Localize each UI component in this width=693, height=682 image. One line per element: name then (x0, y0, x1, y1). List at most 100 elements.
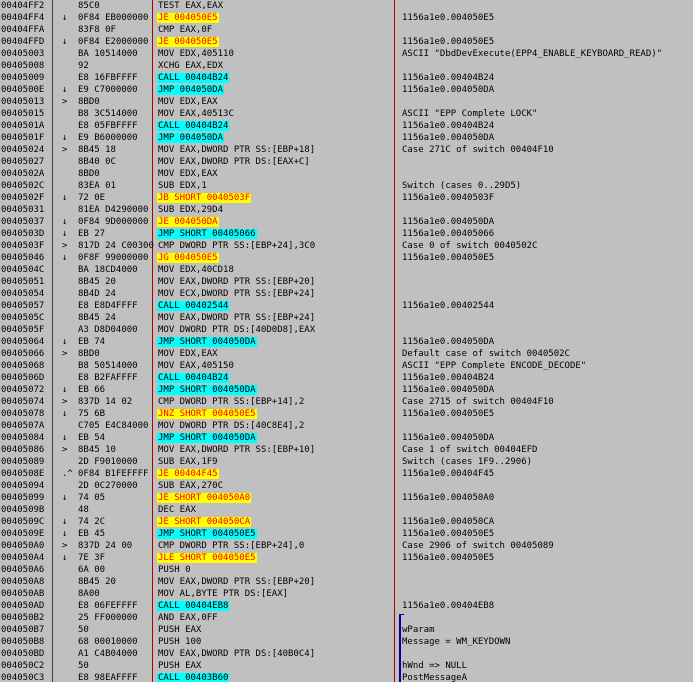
disasm-row[interactable]: 0040502A 8BD0 MOV EDX,EAX (0, 168, 693, 180)
jump-marker: ↓ (62, 229, 68, 239)
row-hex-bytes: 85C0 (78, 1, 100, 11)
row-instruction: MOV ECX,DWORD PTR SS:[EBP+24] (157, 288, 391, 300)
disasm-row[interactable]: 0040509B 48 DEC EAX (0, 504, 693, 516)
disasm-row[interactable]: 004050B8 68 00010000 PUSH 100 Message = WM_… (0, 636, 693, 648)
disasm-row[interactable]: 00405078 ↓ 75 6B JNZ SHORT 004050E5 1156a1e0… (0, 408, 693, 420)
instruction-text: CMP DWORD PTR SS:[EBP+14],2 (158, 397, 305, 407)
disasm-row[interactable]: 00405064 ↓ EB 74 JMP SHORT 004050DA 1156a1e0… (0, 336, 693, 348)
disasm-row[interactable]: 0040506D E8 B2FAFFFF CALL 00404B24 1156a1e0… (0, 372, 693, 384)
disasm-row[interactable]: 004050AB 8A00 MOV AL,BYTE PTR DS:[EAX] (0, 588, 693, 600)
instruction-text: DEC EAX (158, 505, 196, 515)
disasm-row[interactable]: 0040502F ↓ 72 0E JB SHORT 0040503F 1156a1e0.… (0, 192, 693, 204)
disasm-row[interactable]: 00405031 81EA D4290000 SUB EDX,29D4 (0, 204, 693, 216)
disasm-row[interactable]: 0040509C ↓ 74 2C JE SHORT 004050CA 1156a1e0.… (0, 516, 693, 528)
jump-marker (62, 660, 74, 672)
row-address: 004050A4 (1, 553, 45, 563)
row-instruction: CMP DWORD PTR SS:[EBP+24],3C0 (157, 240, 391, 252)
disasm-row[interactable]: 00404FF4 ↓ 0F84 EB000000 JE 004050E5 1156a1e… (0, 12, 693, 24)
row-address: 00405037 (1, 217, 45, 227)
row-hex-bytes: 8B4D 24 (78, 289, 116, 299)
row-comment (402, 60, 693, 72)
instruction-text: SUB EDX,1 (158, 181, 207, 191)
disasm-row[interactable]: 0040505F A3 D8D04000 MOV DWORD PTR DS:[40D… (0, 324, 693, 336)
disasm-row[interactable]: 0040504C BA 18CD4000 MOV EDX,40CD18 (0, 264, 693, 276)
disasm-row[interactable]: 00405072 ↓ EB 66 JMP SHORT 004050DA 1156a1e0… (0, 384, 693, 396)
disasm-row[interactable]: 00405099 ↓ 74 05 JE SHORT 004050A0 1156a1e0.… (0, 492, 693, 504)
disasm-row[interactable]: 0040507A C705 E4C84000 MOV DWORD PTR DS:[4… (0, 420, 693, 432)
disasm-row[interactable]: 00405057 E8 E8D4FFFF CALL 00402544 1156a1e0… (0, 300, 693, 312)
disasm-row[interactable]: 00405027 8B40 0C MOV EAX,DWORD PTR DS:[EAX… (0, 156, 693, 168)
jump-marker (62, 204, 74, 216)
disasm-row[interactable]: 004050B2 25 FF000000 AND EAX,0FF (0, 612, 693, 624)
disasm-row[interactable]: 004050C2 50 PUSH EAX hWnd => NULL (0, 660, 693, 672)
disasm-row[interactable]: 00405037 ↓ 0F84 9D000000 JE 004050DA 1156a1e… (0, 216, 693, 228)
row-instruction: MOV EAX,DWORD PTR SS:[EBP+20] (157, 276, 391, 288)
disasm-row[interactable]: 004050AD E8 06FEFFFF CALL 00404EB8 1156a1e0… (0, 600, 693, 612)
disasm-row[interactable]: 00405015 B8 3C514000 MOV EAX,40513C ASCII "… (0, 108, 693, 120)
disasm-row[interactable]: 0040502C 83EA 01 SUB EDX,1 Switch (cases 0.… (0, 180, 693, 192)
disasm-row[interactable]: 00405003 BA 10514000 MOV EDX,405110 ASCII "… (0, 48, 693, 60)
jump-marker: > (62, 397, 68, 407)
disasm-row[interactable]: 004050C3 E8 98EAFFFF CALL 00403B60 PostMess… (0, 672, 693, 682)
disasm-row[interactable]: 00405074 >837D 14 02 CMP DWORD PTR SS:[EBP… (0, 396, 693, 408)
disasm-row[interactable]: 0040500E ↓ E9 C7000000 JMP 004050DA 1156a1e0… (0, 84, 693, 96)
disasm-row[interactable]: 00405066 >8BD0 MOV EDX,EAX Default case of … (0, 348, 693, 360)
disasm-row[interactable]: 0040503D ↓ EB 27 JMP SHORT 00405066 1156a1e0… (0, 228, 693, 240)
jump-marker (62, 636, 74, 648)
row-hex-bytes: 7E 3F (78, 553, 106, 563)
disasm-row[interactable]: 004050A4 ↓ 7E 3F JLE SHORT 004050E5 1156a1e0… (0, 552, 693, 564)
disasm-row[interactable]: 00404FFD ↓ 0F84 E2000000 JE 004050E5 1156a1e… (0, 36, 693, 48)
row-hex-bytes: E8 16FBFFFF (78, 73, 138, 83)
row-instruction: CALL 00402544 (157, 300, 391, 312)
disasm-row[interactable]: 00405008 92 XCHG EAX,EDX (0, 60, 693, 72)
disassembly-pane[interactable]: 00404FF2 85C0 TEST EAX,EAX 00404FF4 ↓ 0F84 EB… (0, 0, 693, 682)
disasm-row[interactable]: 00404FFA 83F8 0F CMP EAX,0F (0, 24, 693, 36)
row-instruction: JMP SHORT 004050DA (157, 336, 391, 348)
disasm-row[interactable]: 00404FF2 85C0 TEST EAX,EAX (0, 0, 693, 12)
disasm-row[interactable]: 0040501A E8 05FBFFFF CALL 00404B24 1156a1e0… (0, 120, 693, 132)
row-hex-bytes: B8 3C514000 (78, 109, 138, 119)
disasm-row[interactable]: 00405089 2D F9010000 SUB EAX,1F9 Switch (ca… (0, 456, 693, 468)
row-address: 00404FF2 (1, 1, 45, 11)
jump-marker (62, 672, 74, 682)
disasm-row[interactable]: 00405068 B8 50514000 MOV EAX,405150 ASCII "… (0, 360, 693, 372)
disasm-row[interactable]: 004050B7 50 PUSH EAX wParam (0, 624, 693, 636)
row-hex-bytes: EB 45 (78, 529, 106, 539)
disasm-row[interactable]: 00405051 8B45 20 MOV EAX,DWORD PTR SS:[EBP… (0, 276, 693, 288)
jcc-instruction-text: JE 004050E5 (157, 13, 219, 23)
disasm-row[interactable]: 0040509E ↓ EB 45 JMP SHORT 004050E5 1156a1e0… (0, 528, 693, 540)
disasm-row[interactable]: 00405009 E8 16FBFFFF CALL 00404B24 1156a1e0… (0, 72, 693, 84)
disasm-row[interactable]: 004050A0 >837D 24 00 CMP DWORD PTR SS:[EBP… (0, 540, 693, 552)
instruction-text: PUSH 0 (158, 565, 191, 575)
disasm-row[interactable]: 00405046 ↓ 0F8F 99000000 JG 004050E5 1156a1e… (0, 252, 693, 264)
disasm-row[interactable]: 0040501F ↓ E9 B6000000 JMP 004050DA 1156a1e0… (0, 132, 693, 144)
jmp-instruction-text: JMP SHORT 004050DA (157, 337, 257, 347)
disasm-row[interactable]: 00405084 ↓ EB 54 JMP SHORT 004050DA 1156a1e0… (0, 432, 693, 444)
row-instruction: CALL 00404B24 (157, 72, 391, 84)
disasm-row[interactable]: 00405013 >8BD0 MOV EDX,EAX (0, 96, 693, 108)
row-address: 0040502C (1, 181, 45, 191)
jump-marker: ↓ (62, 133, 68, 143)
row-address: 0040505C (1, 313, 45, 323)
disasm-row[interactable]: 00405094 2D 0C270000 SUB EAX,270C (0, 480, 693, 492)
disasm-row[interactable]: 0040503F >817D 24 C0030000 CMP DWORD PTR S… (0, 240, 693, 252)
disasm-row[interactable]: 004050A6 6A 00 PUSH 0 (0, 564, 693, 576)
row-hex-bytes: 8B40 0C (78, 157, 116, 167)
jcc-instruction-text: JB SHORT 0040503F (157, 193, 252, 203)
row-address: 00405086 (1, 445, 45, 455)
row-hex-bytes: 8B45 20 (78, 577, 116, 587)
disasm-row[interactable]: 004050A8 8B45 20 MOV EAX,DWORD PTR SS:[EBP… (0, 576, 693, 588)
row-address: 004050A0 (1, 541, 45, 551)
row-comment: Switch (cases 0..29D5) (402, 181, 522, 191)
disasm-row[interactable]: 004050BD A1 C4B04000 MOV EAX,DWORD PTR DS:… (0, 648, 693, 660)
row-instruction: AND EAX,0FF (157, 612, 391, 624)
row-instruction: JE SHORT 004050A0 (157, 492, 391, 504)
disasm-row[interactable]: 00405086 >8B45 10 MOV EAX,DWORD PTR SS:[EB… (0, 444, 693, 456)
row-address: 00404FFD (1, 37, 45, 47)
disasm-row[interactable]: 0040505C 8B45 24 MOV EAX,DWORD PTR SS:[EBP… (0, 312, 693, 324)
disasm-row[interactable]: 00405054 8B4D 24 MOV ECX,DWORD PTR SS:[EBP… (0, 288, 693, 300)
jump-marker (62, 456, 74, 468)
disasm-row[interactable]: 0040508E .^ 0F84 B1FEFFFF JE 00404F45 1156a1… (0, 468, 693, 480)
disasm-row[interactable]: 00405024 >8B45 18 MOV EAX,DWORD PTR SS:[EB… (0, 144, 693, 156)
row-address: 00405051 (1, 277, 45, 287)
